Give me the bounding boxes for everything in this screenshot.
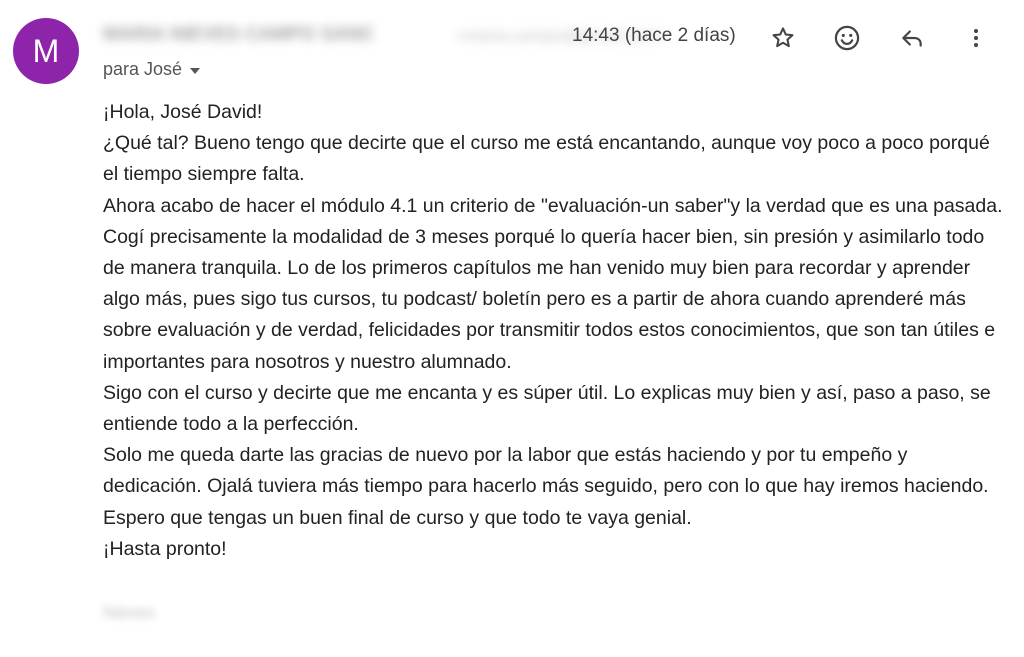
recipient-details-toggle[interactable]: para José [103, 59, 201, 80]
chevron-down-icon [190, 67, 201, 74]
greeting: ¡Hola, José David! [103, 101, 263, 123]
sender-avatar[interactable]: M [13, 18, 79, 84]
emoji-icon [834, 25, 860, 51]
avatar-letter: M [32, 32, 60, 69]
more-vert-icon [974, 29, 978, 47]
message-timestamp: 14:43 (hace 2 días) [572, 25, 736, 46]
reply-button[interactable] [892, 18, 932, 58]
message-paragraph: Espero que tengas un buen final de curso… [103, 506, 692, 529]
emoji-reaction-button[interactable] [827, 18, 867, 58]
message-paragraph: Solo me queda darte las gracias de nuevo… [103, 444, 989, 498]
message-paragraph: Sigo con el curso y decirte que me encan… [103, 381, 991, 436]
message-paragraph: ¿Qué tal? Bueno tengo que decirte que el… [103, 132, 990, 186]
message-paragraph: Ahora acabo de hacer el módulo 4.1 un cr… [103, 194, 1003, 373]
signature: Nieves [103, 603, 155, 622]
reply-icon [902, 30, 922, 47]
recipient-label: para José [103, 59, 183, 79]
more-options-button[interactable] [956, 18, 996, 58]
star-button[interactable] [763, 18, 803, 58]
star-icon [772, 27, 794, 48]
closing: ¡Hasta pronto! [103, 537, 227, 560]
message-body: ¡Hola, José David! ¿Qué tal? Bueno tengo… [103, 97, 1003, 565]
sender-name[interactable]: MARIA NIEVES CAMPO SANC [103, 24, 375, 50]
